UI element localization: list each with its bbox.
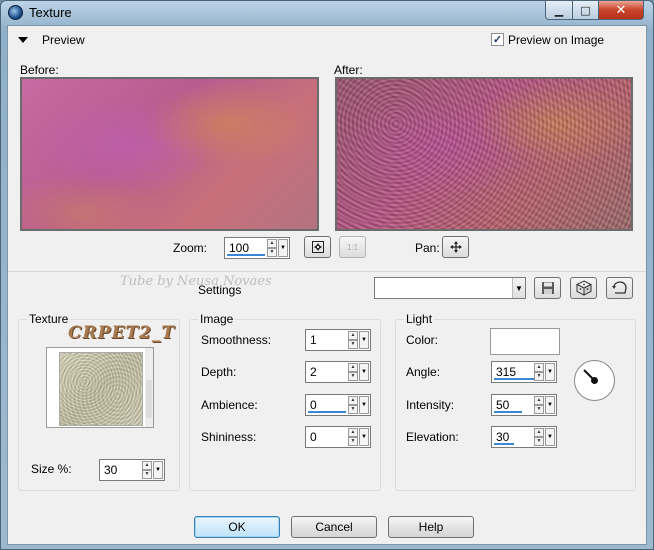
- after-preview[interactable]: [335, 77, 633, 231]
- elevation-input[interactable]: 30 ▲ ▼ ▼: [491, 426, 557, 448]
- depth-spinner[interactable]: ▲ ▼: [348, 363, 358, 381]
- minimize-icon: ▁: [554, 3, 564, 17]
- preview-on-image-checkbox[interactable]: ✓: [491, 33, 504, 46]
- smoothness-input[interactable]: 1 ▲ ▼ ▼: [305, 329, 371, 351]
- shininess-label: Shininess:: [201, 430, 257, 444]
- dialog-body: Preview ✓ Preview on Image Before: After…: [7, 25, 647, 545]
- save-icon: [541, 282, 554, 294]
- dice-icon: [575, 280, 592, 296]
- texture-scrollbar[interactable]: [145, 348, 153, 427]
- help-button[interactable]: Help: [388, 516, 474, 538]
- maximize-icon: □: [580, 3, 591, 17]
- texture-picker[interactable]: [46, 347, 154, 428]
- chevron-down-icon[interactable]: ▼: [512, 278, 525, 298]
- depth-label: Depth:: [201, 365, 237, 379]
- size-label: Size %:: [31, 462, 72, 476]
- ambience-input[interactable]: 0 ▲ ▼ ▼: [305, 394, 371, 416]
- elevation-value: 30: [496, 430, 510, 444]
- size-value: 30: [104, 463, 118, 477]
- after-label: After:: [334, 63, 363, 77]
- window-title: Texture: [29, 5, 72, 20]
- light-group-title: Light: [404, 312, 435, 326]
- size-spinner[interactable]: ▲ ▼: [142, 461, 152, 479]
- texture-name: CRPET2_T: [68, 323, 176, 343]
- intensity-input[interactable]: 50 ▲ ▼ ▼: [491, 394, 557, 416]
- reset-icon: [611, 281, 627, 294]
- zoom-fit-button[interactable]: [304, 236, 331, 258]
- elevation-spinner[interactable]: ▲ ▼: [534, 428, 544, 446]
- smoothness-label: Smoothness:: [201, 333, 272, 347]
- zoom-spinner[interactable]: ▲ ▼: [267, 239, 277, 257]
- shininess-spinner[interactable]: ▲ ▼: [348, 428, 358, 446]
- zoom-1to1-button[interactable]: 1:1: [339, 236, 366, 258]
- minimize-button[interactable]: ▁: [545, 1, 573, 20]
- zoom-underline: [227, 254, 265, 256]
- angle-input[interactable]: 315 ▲ ▼ ▼: [491, 361, 557, 383]
- watermark: Tube by Neusa Novaes: [120, 274, 272, 289]
- preset-dropdown[interactable]: ▼: [374, 277, 526, 299]
- chevron-down-icon[interactable]: ▼: [278, 239, 288, 257]
- angle-value: 315: [496, 365, 517, 379]
- texture-group-title: Texture: [27, 312, 71, 326]
- randomize-button[interactable]: [570, 277, 597, 299]
- chevron-down-icon[interactable]: ▼: [359, 428, 369, 446]
- zoom-input[interactable]: 100 ▲ ▼ ▼: [224, 237, 290, 259]
- smoothness-value: 1: [310, 333, 317, 347]
- save-preset-button[interactable]: [534, 277, 561, 299]
- zoom-label: Zoom:: [173, 241, 208, 255]
- preview-section-label: Preview: [42, 33, 85, 47]
- pan-label: Pan:: [415, 241, 440, 255]
- intensity-underline: [494, 411, 522, 413]
- close-icon: ✕: [615, 2, 627, 18]
- before-preview[interactable]: [20, 77, 319, 231]
- chevron-down-icon[interactable]: ▼: [359, 396, 369, 414]
- texture-dialog: Texture ▁ □ ✕ Preview ✓ Preview on Image…: [0, 0, 654, 550]
- chevron-down-icon[interactable]: ▼: [359, 331, 369, 349]
- zoom-fit-icon: [311, 241, 324, 253]
- depth-input[interactable]: 2 ▲ ▼ ▼: [305, 361, 371, 383]
- angle-spinner[interactable]: ▲ ▼: [534, 363, 544, 381]
- ok-button[interactable]: OK: [194, 516, 280, 538]
- angle-label: Angle:: [406, 365, 441, 379]
- before-label: Before:: [20, 63, 59, 77]
- ambience-underline: [308, 411, 346, 413]
- intensity-label: Intensity:: [406, 398, 455, 412]
- color-label: Color:: [406, 333, 439, 347]
- chevron-down-icon[interactable]: ▼: [545, 428, 555, 446]
- settings-label: Settings: [198, 283, 242, 297]
- separator: [8, 271, 646, 272]
- elevation-label: Elevation:: [406, 430, 459, 444]
- title-bar[interactable]: Texture ▁ □ ✕: [1, 1, 653, 25]
- image-group-title: Image: [198, 312, 236, 326]
- elevation-underline: [494, 443, 514, 445]
- chevron-down-icon[interactable]: ▼: [545, 396, 555, 414]
- depth-value: 2: [310, 365, 317, 379]
- texture-thumbnail[interactable]: [59, 352, 143, 426]
- zoom-value: 100: [229, 241, 250, 255]
- intensity-value: 50: [496, 398, 510, 412]
- app-icon: [8, 5, 23, 20]
- pan-icon: [449, 241, 462, 253]
- preview-collapse-toggle[interactable]: [18, 34, 28, 44]
- shininess-input[interactable]: 0 ▲ ▼ ▼: [305, 426, 371, 448]
- smoothness-spinner[interactable]: ▲ ▼: [348, 331, 358, 349]
- preview-on-image-label[interactable]: Preview on Image: [508, 33, 604, 47]
- cancel-button[interactable]: Cancel: [291, 516, 377, 538]
- chevron-down-icon[interactable]: ▼: [153, 461, 163, 479]
- chevron-down-icon[interactable]: ▼: [359, 363, 369, 381]
- close-button[interactable]: ✕: [598, 1, 644, 20]
- shininess-value: 0: [310, 430, 317, 444]
- ambience-spinner[interactable]: ▲ ▼: [348, 396, 358, 414]
- size-input[interactable]: 30 ▲ ▼ ▼: [99, 459, 165, 481]
- reset-button[interactable]: [606, 277, 633, 299]
- angle-dial[interactable]: [573, 359, 616, 402]
- light-color-swatch[interactable]: [490, 328, 560, 355]
- pan-button[interactable]: [442, 236, 469, 258]
- ambience-value: 0: [310, 398, 317, 412]
- triangle-down-icon: [18, 37, 28, 43]
- intensity-spinner[interactable]: ▲ ▼: [534, 396, 544, 414]
- chevron-down-icon[interactable]: ▼: [545, 363, 555, 381]
- ambience-label: Ambience:: [201, 398, 258, 412]
- maximize-button[interactable]: □: [572, 1, 599, 20]
